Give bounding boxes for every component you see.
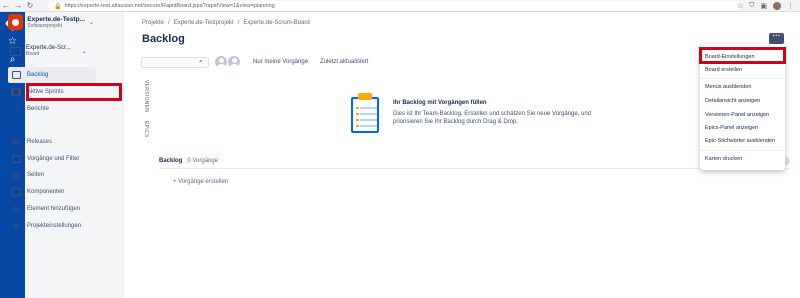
more-actions-button[interactable]: ··· (769, 32, 784, 44)
breadcrumb-item[interactable]: Projekte (142, 20, 164, 26)
reload-icon[interactable]: ↻ (24, 0, 36, 12)
avatar[interactable] (214, 55, 228, 69)
project-name: Experte.de-Testp... (27, 15, 85, 23)
avatar[interactable] (227, 55, 241, 69)
menu-item-print-cards[interactable]: Karten drucken (705, 156, 742, 162)
sidebar-item-backlog[interactable]: Backlog (8, 67, 96, 83)
sidebar-item-label: Berichte (27, 106, 50, 112)
sidebar-item-issues-filters[interactable]: Vorgänge und Filter (8, 151, 96, 167)
sidebar-item-label: Backlog (27, 72, 49, 78)
page-title: Backlog (142, 33, 185, 45)
address-bar[interactable]: 🔒 https://experte-test.atlassian.net/sec… (48, 1, 740, 11)
empty-state-title: Ihr Backlog mit Vorgängen füllen (393, 100, 487, 106)
sidebar-item-label: Seiten (27, 172, 45, 178)
breadcrumb-item[interactable]: Experte.de-Scrum-Board (243, 20, 309, 26)
project-header[interactable]: Experte.de-Testp... Softwareprojekt ⌄ (8, 12, 94, 32)
chevron-down-icon[interactable]: ⌄ (82, 48, 87, 55)
sidebar-item-pages[interactable]: ▤ Seiten (8, 167, 96, 183)
active-sprints-icon (11, 88, 21, 97)
gear-icon: ⚙ (12, 221, 20, 231)
menu-item-create-board[interactable]: Board erstellen (705, 67, 742, 73)
issues-filters-icon (11, 155, 21, 164)
empty-state-description: Dies ist Ihr Team-Backlog. Erstellen und… (393, 111, 592, 125)
menu-item-hide-epic-labels[interactable]: Epic-Stichwörter ausblenden (705, 138, 775, 144)
quick-filter-only-mine[interactable]: Nur meine Vorgänge (253, 59, 308, 65)
sidebar-item-label: Komponenten (27, 189, 65, 195)
menu-item-show-epics-panel[interactable]: Epics-Panel anzeigen (705, 125, 758, 131)
issue-count: 0 Vorgänge (187, 158, 219, 164)
add-item-icon: ⊞ (12, 204, 20, 214)
highlight-box (26, 83, 122, 101)
breadcrumb-item[interactable]: Experte.de-Testprojekt (174, 20, 234, 26)
menu-item-show-versions-panel[interactable]: Versionen-Panel anzeigen (705, 112, 769, 118)
star-icon[interactable]: ☆ (737, 2, 743, 10)
sidebar-item-label: Projekteinstellungen (27, 223, 82, 229)
components-icon (11, 188, 21, 197)
divider (159, 168, 789, 169)
divider (700, 78, 785, 79)
backlog-label: Backlog (159, 158, 183, 164)
divider (700, 150, 785, 151)
extension-icon[interactable]: ▣ (760, 2, 767, 10)
breadcrumb-separator: / (168, 20, 170, 26)
sidebar-item-add-item[interactable]: ⊞ Element hinzufügen (8, 201, 96, 217)
menu-item-show-detail-view[interactable]: Detailansicht anzeigen (705, 98, 760, 104)
menu-dots-icon[interactable]: ⋮ (787, 2, 794, 10)
breadcrumb-separator: / (237, 20, 240, 26)
pages-icon: ▤ (12, 170, 20, 180)
breadcrumb: Projekte / Experte.de-Testprojekt / Expe… (142, 20, 310, 26)
highlight-box (699, 47, 786, 64)
sidebar-item-label: Releases (27, 139, 53, 145)
sidebar-item-components[interactable]: Komponenten (8, 184, 96, 200)
url-text: https://experte-test.atlassian.net/secur… (64, 3, 275, 9)
forward-icon[interactable]: → (12, 0, 24, 12)
create-issue-link[interactable]: + Vorgänge erstellen (173, 179, 228, 185)
shield-icon[interactable]: ⛉ (749, 2, 754, 10)
quick-filter-recent[interactable]: Zuletzt aktualisiert (320, 59, 368, 65)
backlog-header: Backlog 0 Vorgänge (159, 158, 218, 164)
chevron-down-icon[interactable]: ⌄ (89, 19, 94, 26)
board-selector[interactable]: Experte.de-Scr... Board ⌄ (8, 40, 94, 62)
lock-icon: 🔒 (54, 3, 62, 10)
back-icon[interactable]: ← (0, 0, 12, 12)
reports-icon: ⤴ (12, 104, 20, 114)
browser-toolbar: ← → ↻ 🔒 https://experte-test.atlassian.n… (0, 0, 800, 12)
profile-avatar[interactable] (773, 2, 781, 10)
releases-icon: ⛴ (10, 137, 22, 147)
sidebar-item-project-settings[interactable]: ⚙ Projekteinstellungen (8, 218, 96, 234)
search-icon: ⌕ (199, 58, 203, 65)
epics-panel-toggle[interactable]: EPICS (143, 121, 149, 138)
project-type: Softwareprojekt (27, 22, 63, 29)
board-type: Board (26, 51, 40, 57)
menu-item-hide-menus[interactable]: Menüs ausblenden (705, 84, 751, 90)
board-icon (10, 46, 21, 56)
sidebar-item-releases[interactable]: ⛴ Releases (8, 134, 96, 150)
sidebar-item-label: Vorgänge und Filter (27, 156, 80, 162)
clipboard-illustration (349, 93, 382, 135)
versions-panel-toggle[interactable]: VERSIONEN (143, 80, 149, 112)
sidebar-item-reports[interactable]: ⤴ Berichte (8, 101, 96, 117)
project-avatar (8, 14, 24, 30)
backlog-icon (11, 71, 21, 80)
sidebar-item-label: Element hinzufügen (27, 206, 81, 212)
